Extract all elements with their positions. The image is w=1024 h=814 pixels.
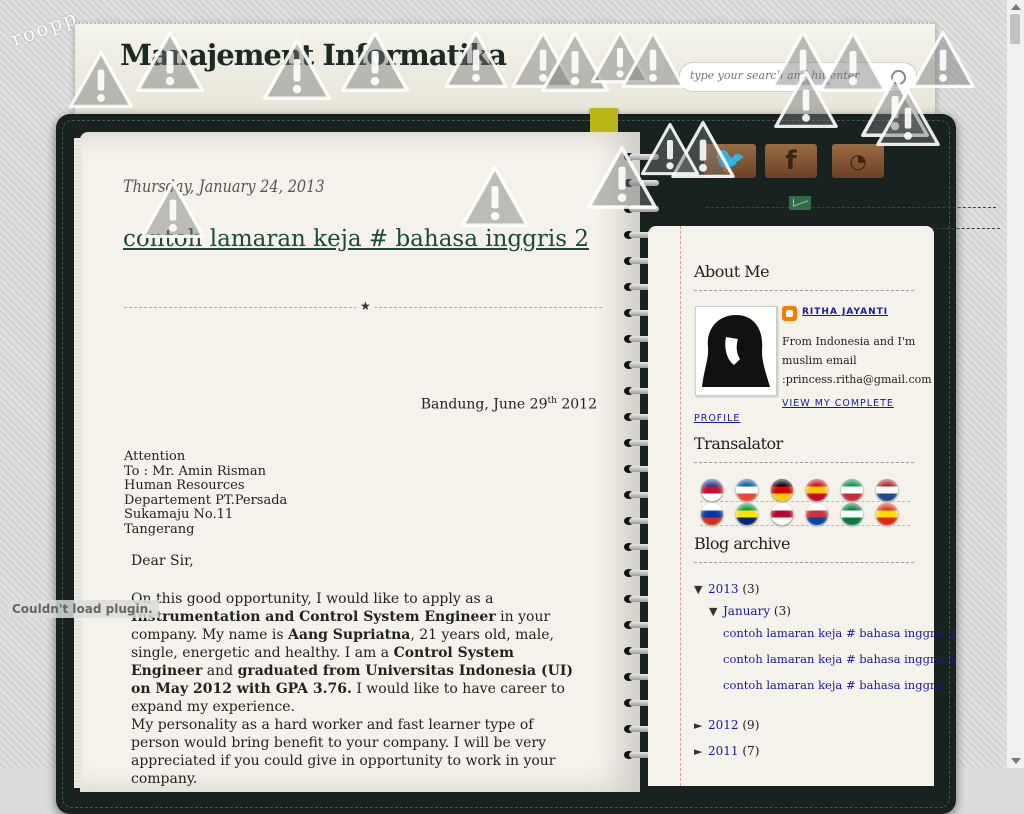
flag-dutch-icon[interactable] bbox=[876, 479, 898, 501]
warning-icon bbox=[621, 30, 685, 89]
text-run: On this good opportunity, I would like t… bbox=[131, 591, 494, 607]
flag-english-icon[interactable] bbox=[701, 479, 723, 501]
blog-archive-title: Blog archive bbox=[694, 534, 790, 553]
archive-year-2011[interactable]: ► 2011 (7) bbox=[694, 744, 759, 758]
flag-chinese-icon[interactable] bbox=[876, 503, 898, 525]
divider bbox=[700, 525, 910, 526]
vertical-scrollbar[interactable] bbox=[1006, 0, 1024, 768]
flag-german-icon[interactable] bbox=[771, 479, 793, 501]
flag-italian-icon[interactable] bbox=[841, 479, 863, 501]
archive-year-2013[interactable]: ▼ 2013 (3) bbox=[694, 582, 759, 596]
widget-divider bbox=[694, 462, 914, 463]
warning-icon bbox=[774, 70, 838, 129]
about-me-title: About Me bbox=[694, 262, 770, 281]
archive-year-link[interactable]: 2012 bbox=[708, 718, 739, 732]
archive-year-2012[interactable]: ► 2012 (9) bbox=[694, 718, 759, 732]
warning-icon bbox=[141, 180, 205, 239]
letter-paragraph-1: On this good opportunity, I would like t… bbox=[131, 590, 579, 716]
flag-spanish-icon[interactable] bbox=[806, 479, 828, 501]
scroll-up-arrow-icon[interactable] bbox=[1011, 4, 1021, 10]
blogger-icon bbox=[782, 306, 797, 321]
letter-paragraph-2: My personality as a hard worker and fast… bbox=[131, 717, 556, 787]
translator-title: Transalator bbox=[694, 434, 783, 453]
letter-address: Attention To : Mr. Amin Risman Human Res… bbox=[124, 449, 288, 538]
address-line: Human Resources bbox=[124, 478, 245, 494]
profile-description: From Indonesia and I'm muslim email :pri… bbox=[782, 335, 932, 386]
plugin-error-message: Couldn't load plugin. bbox=[6, 600, 159, 618]
profile-avatar[interactable] bbox=[695, 306, 777, 396]
archive-post-link[interactable]: contoh lamaran keja # bahasa inggris bbox=[723, 678, 945, 692]
flag-japanese-icon[interactable] bbox=[771, 503, 793, 525]
bookmark-ribbon bbox=[590, 108, 618, 132]
letter-date: Bandung, June 29th 2012 bbox=[420, 396, 597, 413]
flag-russian-icon[interactable] bbox=[701, 503, 723, 525]
archive-year-link[interactable]: 2011 bbox=[708, 744, 739, 758]
warning-icon bbox=[69, 50, 133, 109]
widget-divider bbox=[694, 290, 914, 291]
hijab-silhouette-icon bbox=[702, 315, 770, 387]
address-line: To : Mr. Amin Risman bbox=[124, 463, 266, 479]
mail-icon[interactable] bbox=[789, 196, 811, 210]
divider bbox=[706, 207, 996, 208]
warning-icon bbox=[136, 31, 204, 92]
flag-french-icon[interactable] bbox=[736, 479, 758, 501]
view-profile-link[interactable]: VIEW MY COMPLETE bbox=[782, 398, 894, 409]
address-line: Tangerang bbox=[124, 521, 195, 537]
profile-name-link[interactable]: RITHA JAYANTI bbox=[802, 307, 888, 317]
warning-icon bbox=[876, 88, 940, 147]
archive-post-link[interactable]: contoh lamaran keja # bahasa inggris 1 bbox=[723, 652, 956, 666]
expand-arrow-icon[interactable]: ► bbox=[694, 719, 708, 732]
bold-text: Instrumentation and Control System Engin… bbox=[131, 609, 496, 625]
expand-arrow-icon[interactable]: ▼ bbox=[709, 605, 723, 618]
warning-icon bbox=[444, 30, 508, 89]
warning-icon bbox=[263, 39, 331, 100]
expand-arrow-icon[interactable]: ▼ bbox=[694, 583, 708, 596]
widget-divider bbox=[694, 562, 914, 563]
archive-year-link[interactable]: 2013 bbox=[708, 582, 739, 596]
archive-month-link[interactable]: January bbox=[723, 604, 770, 618]
warning-icon bbox=[341, 31, 409, 92]
facebook-icon[interactable]: f bbox=[765, 144, 817, 178]
address-line: Sukamaju No.11 bbox=[124, 507, 234, 523]
archive-month-january[interactable]: ▼ January (3) bbox=[709, 604, 791, 618]
address-line: Attention bbox=[124, 449, 186, 464]
flag-arabic-icon[interactable] bbox=[841, 503, 863, 525]
rss-icon[interactable]: ◔ bbox=[832, 144, 884, 178]
archive-post-link[interactable]: contoh lamaran keja # bahasa inggris 2 bbox=[723, 626, 956, 640]
address-line: Departement PT.Persada bbox=[124, 492, 288, 508]
bold-text: Aang Supriatna bbox=[288, 627, 411, 643]
divider bbox=[700, 501, 910, 502]
expand-arrow-icon[interactable]: ► bbox=[694, 745, 708, 758]
warning-icon bbox=[461, 166, 529, 227]
scroll-down-arrow-icon[interactable] bbox=[1011, 758, 1021, 764]
warning-icon bbox=[587, 146, 657, 209]
scroll-thumb[interactable] bbox=[1010, 14, 1020, 44]
letter-greeting: Dear Sir, bbox=[131, 553, 194, 569]
text-run: and bbox=[202, 663, 238, 679]
view-profile-link-continued[interactable]: PROFILE bbox=[694, 413, 740, 424]
star-icon: ★ bbox=[356, 299, 375, 313]
flag-korean-icon[interactable] bbox=[806, 503, 828, 525]
flag-portuguese-br-icon[interactable] bbox=[736, 503, 758, 525]
